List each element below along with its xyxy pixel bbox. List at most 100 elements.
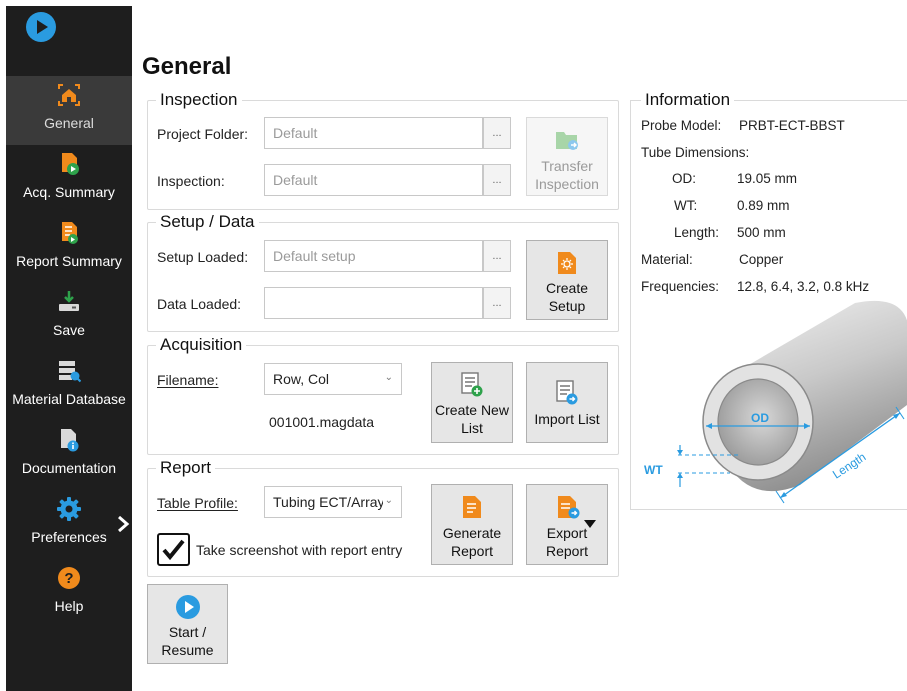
chevron-down-icon: ⌄ [384,372,393,383]
project-folder-label: Project Folder: [157,126,249,142]
sidebar-item-general[interactable]: General [6,76,132,145]
sidebar-item-label: Save [53,322,85,338]
wt-diagram-label: WT [644,463,663,477]
setup-browse-button[interactable]: ... [483,240,511,272]
frequencies-value: 12.8, 6.4, 3.2, 0.8 kHz [737,279,870,294]
sidebar-item-acq-summary[interactable]: Acq. Summary [6,145,132,214]
create-setup-button[interactable]: Create Setup [526,240,608,320]
database-search-icon [59,361,81,383]
setup-loaded-field[interactable]: Default setup [264,240,483,272]
inspection-field[interactable]: Default [264,164,483,196]
create-setup-label-2: Setup [548,298,586,314]
start-label-2: Resume [161,642,214,658]
sidebar-item-save[interactable]: Save [6,283,132,352]
probe-model-label: Probe Model: [641,118,722,133]
chevron-right-icon[interactable] [116,516,130,532]
import-list-label: Import List [534,411,600,427]
generate-report-label-2: Report [450,543,494,559]
export-report-button[interactable]: Export Report [526,484,608,565]
generate-report-button[interactable]: Generate Report [431,484,513,565]
document-play-icon [62,153,79,175]
export-report-label-1: Export [546,525,588,541]
filename-select[interactable]: Row, Col ⌄ [264,363,402,395]
od-label: OD: [672,171,697,186]
sidebar-item-label: Preferences [31,529,107,545]
material-value: Copper [739,252,784,267]
tube-dimensions-label: Tube Dimensions: [641,145,750,160]
group-title: Information [641,90,735,110]
download-drive-icon [59,291,79,311]
export-report-label-2: Report [545,543,589,559]
data-loaded-field[interactable] [264,287,483,319]
group-title: Inspection [156,90,242,110]
gear-icon [57,497,81,521]
play-icon [175,595,200,619]
inspection-browse-button[interactable]: ... [483,164,511,196]
probe-model-value: PRBT-ECT-BBST [739,118,845,133]
sidebar-item-help[interactable]: ? Help [6,559,132,628]
sidebar-item-label: Report Summary [16,253,122,269]
app-logo-icon [26,12,56,42]
wt-label: WT: [674,198,698,213]
group-title: Acquisition [156,335,247,355]
filename-select-value: Row, Col [273,371,330,387]
length-value: 500 mm [737,225,786,240]
create-new-list-button[interactable]: Create New List [431,362,513,443]
od-value: 19.05 mm [737,171,798,186]
inspection-label: Inspection: [157,173,225,189]
create-new-list-label-2: List [461,420,483,436]
setup-loaded-label: Setup Loaded: [157,249,249,265]
group-title: Report [156,458,216,478]
frequencies-label: Frequencies: [641,279,720,294]
data-browse-button[interactable]: ... [483,287,511,319]
transfer-inspection-button[interactable]: Transfer Inspection [526,117,608,196]
data-loaded-label: Data Loaded: [157,296,242,312]
folder-transfer-icon [556,132,578,150]
tube-diagram: OD WT Length [644,300,907,504]
svg-text:?: ? [64,570,73,587]
project-folder-field[interactable]: Default [264,117,483,149]
transfer-label-1: Transfer [541,158,593,174]
group-title: Setup / Data [156,212,259,232]
sidebar-item-label: Material Database [12,391,126,407]
sidebar-item-label: Acq. Summary [23,184,115,200]
sidebar-item-report-summary[interactable]: Report Summary [6,214,132,283]
checkmark-icon [162,539,185,561]
question-icon: ? [58,567,80,589]
wt-value: 0.89 mm [737,198,790,213]
project-folder-browse-button[interactable]: ... [483,117,511,149]
od-diagram-label: OD [751,411,769,425]
sidebar: General Acq. Summary Report Summary Save [6,6,132,691]
filename-label: Filename: [157,372,219,388]
list-import-icon [556,380,578,405]
filename-value: 001001.magdata [269,414,375,430]
sidebar-item-material-database[interactable]: Material Database [6,352,132,421]
import-list-button[interactable]: Import List [526,362,608,443]
document-info-icon [61,429,79,452]
report-document-icon [463,496,481,518]
generate-report-label-1: Generate [442,525,502,541]
report-list-icon [62,222,78,244]
length-label: Length: [674,225,720,240]
create-new-list-label-1: Create New [435,402,509,418]
report-export-icon [558,496,580,519]
transfer-label-2: Inspection [535,176,599,192]
chevron-down-icon: ⌄ [382,495,393,506]
material-label: Material: [641,252,693,267]
table-profile-value: Tubing ECT/Array [273,494,385,510]
sidebar-item-label: Help [54,598,84,614]
start-label-1: Start / [168,624,207,640]
sidebar-item-preferences[interactable]: Preferences [6,490,132,559]
start-resume-button[interactable]: Start / Resume [147,584,228,664]
home-icon [58,84,80,106]
screenshot-label: Take screenshot with report entry [196,542,403,558]
page-title: General [142,53,232,80]
list-add-icon [461,372,483,397]
table-profile-select[interactable]: Tubing ECT/Array ⌄ [264,486,402,518]
screenshot-checkbox[interactable] [157,533,190,566]
sidebar-item-documentation[interactable]: Documentation [6,421,132,490]
document-sun-icon [558,252,576,274]
sidebar-item-label: General [44,115,94,131]
table-profile-label: Table Profile: [157,495,238,511]
sidebar-item-label: Documentation [21,460,117,476]
